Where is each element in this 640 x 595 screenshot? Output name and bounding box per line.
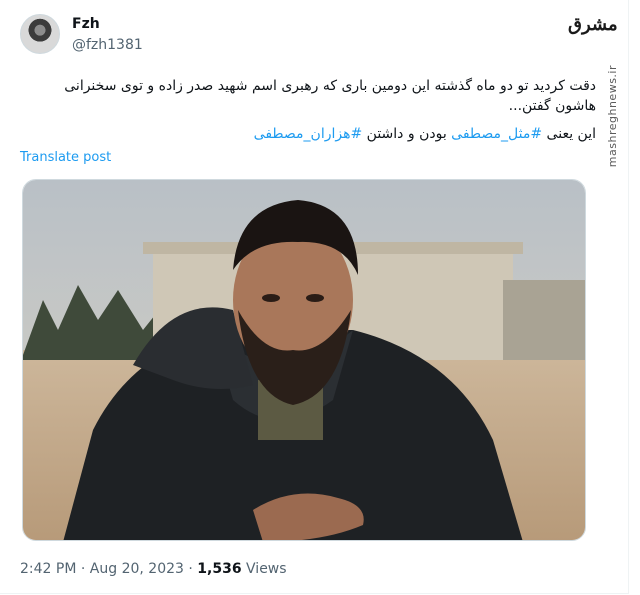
hashtag-link[interactable]: #هزاران_مصطفی [254, 126, 363, 142]
author-handle[interactable]: @fzh1381 [72, 37, 143, 53]
line2-middle: بودن و داشتن [362, 126, 452, 142]
tweet-text-line1: دقت کردید تو دو ماه گذشته این دومین باری… [64, 78, 596, 114]
translate-post-link[interactable]: Translate post [20, 150, 111, 165]
tweet-meta: 2:42 PM · Aug 20, 2023 · 1,536 Views [20, 561, 287, 577]
photo-illustration [23, 180, 585, 540]
separator: · [183, 561, 198, 577]
post-date[interactable]: Aug 20, 2023 [90, 561, 184, 577]
watermark-url: mashreghnews.ir [606, 65, 619, 168]
tweet-photo[interactable] [22, 179, 586, 541]
views-count: 1,536 [197, 561, 242, 577]
avatar[interactable] [20, 14, 60, 54]
post-time[interactable]: 2:42 PM [20, 561, 76, 577]
separator: · [76, 561, 90, 577]
mashregh-logo: مشرق [568, 14, 618, 35]
hashtag-link[interactable]: #مثل_مصطفی [451, 126, 542, 142]
author-name[interactable]: Fzh [72, 16, 100, 32]
line2-prefix: این یعنی [542, 126, 596, 142]
views-label: Views [241, 561, 287, 577]
tweet-text-line2: این یعنی #مثل_مصطفی بودن و داشتن #هزاران… [254, 126, 596, 142]
